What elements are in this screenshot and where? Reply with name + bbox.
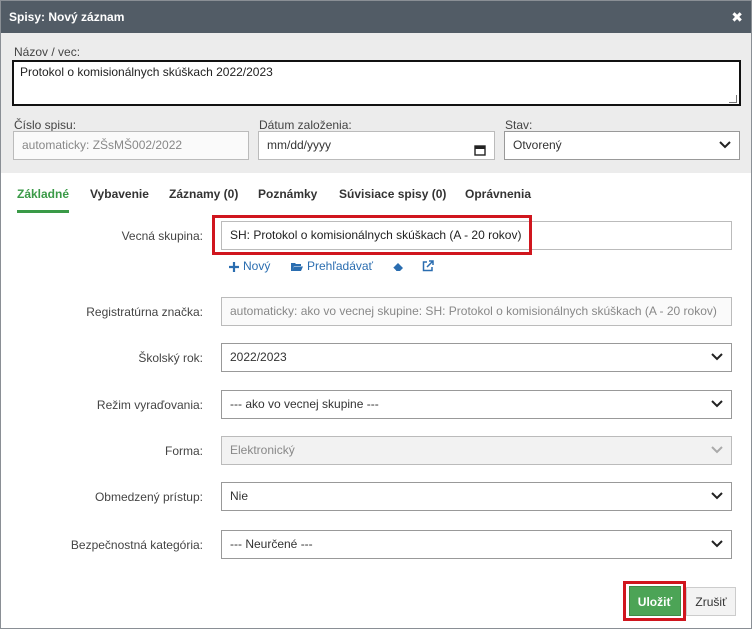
new-link[interactable]: Nový [229, 259, 270, 273]
date-placeholder: mm/dd/yyyy [267, 138, 332, 152]
chevron-down-icon [711, 437, 723, 464]
file-number-placeholder: automaticky: ZŠsMŠ002/2022 [22, 138, 183, 152]
security-category-select[interactable]: --- Neurčené --- [221, 530, 732, 559]
calendar-icon[interactable] [474, 139, 486, 159]
date-input[interactable]: mm/dd/yyyy [258, 131, 495, 160]
new-file-dialog: Spisy: Nový záznam ✖ Názov / vec: Protok… [0, 0, 752, 629]
restricted-access-value: Nie [230, 489, 249, 503]
chevron-down-icon [711, 483, 723, 510]
dialog-titlebar: Spisy: Nový záznam ✖ [1, 1, 751, 33]
school-year-label: Školský rok: [138, 351, 203, 365]
file-number-label: Číslo spisu: [14, 118, 77, 132]
chevron-down-icon [711, 344, 723, 371]
school-year-value: 2022/2023 [230, 350, 287, 364]
browse-link-label: Prehľadávať [307, 259, 374, 273]
disposal-mode-label: Režim vyraďovania: [96, 398, 203, 412]
restricted-access-label: Obmedzený prístup: [94, 490, 203, 504]
security-category-label: Bezpečnostná kategória: [70, 538, 203, 552]
chevron-down-icon [711, 391, 723, 418]
status-label: Stav: [505, 118, 533, 132]
chevron-down-icon [719, 132, 731, 159]
file-number-input[interactable]: automaticky: ZŠsMŠ002/2022 [13, 131, 249, 160]
name-label: Názov / vec: [14, 45, 81, 59]
form-type-select: Elektronický [221, 436, 732, 465]
tab-equipment[interactable]: Vybavenie [90, 187, 149, 210]
folder-open-icon [291, 263, 303, 271]
disposal-mode-select[interactable]: --- ako vo vecnej skupine --- [221, 390, 732, 419]
save-button[interactable]: Uložiť [629, 586, 681, 616]
external-link-icon[interactable] [422, 259, 438, 273]
resize-handle-icon[interactable] [729, 95, 737, 103]
school-year-select[interactable]: 2022/2023 [221, 343, 732, 372]
plus-icon [229, 262, 239, 272]
registry-mark-input[interactable]: automaticky: ako vo vecnej skupine: SH: … [221, 297, 732, 326]
tab-basic[interactable]: Základné [17, 187, 70, 213]
browse-link[interactable]: Prehľadávať [291, 259, 373, 273]
form-type-value: Elektronický [230, 443, 295, 457]
subject-group-label: Vecná skupina: [121, 229, 203, 243]
eraser-icon[interactable] [392, 259, 408, 273]
highlight-box [212, 215, 532, 255]
registry-mark-label: Registratúrna značka: [86, 305, 203, 319]
tab-notes[interactable]: Poznámky [258, 187, 317, 210]
status-select[interactable]: Otvorený [504, 131, 740, 160]
tab-permissions[interactable]: Oprávnenia [465, 187, 531, 210]
status-value: Otvorený [513, 138, 562, 152]
security-category-value: --- Neurčené --- [230, 537, 313, 551]
form-type-label: Forma: [164, 444, 203, 458]
disposal-mode-value: --- ako vo vecnej skupine --- [230, 397, 379, 411]
date-label: Dátum založenia: [259, 118, 352, 132]
close-icon[interactable]: ✖ [731, 1, 743, 33]
name-textarea[interactable]: Protokol o komisionálnych skúškach 2022/… [12, 60, 741, 106]
restricted-access-select[interactable]: Nie [221, 482, 732, 511]
dialog-title: Spisy: Nový záznam [9, 10, 125, 24]
cancel-button[interactable]: Zrušiť [686, 587, 736, 616]
tab-bar: Základné Vybavenie Záznamy (0) Poznámky … [1, 173, 751, 213]
tab-related-files[interactable]: Súvisiace spisy (0) [339, 187, 446, 210]
registry-mark-placeholder: automaticky: ako vo vecnej skupine: SH: … [230, 304, 717, 318]
header-section: Názov / vec: Protokol o komisionálnych s… [1, 33, 751, 173]
new-link-label: Nový [243, 259, 271, 273]
tab-records[interactable]: Záznamy (0) [169, 187, 238, 210]
chevron-down-icon [711, 531, 723, 558]
name-value: Protokol o komisionálnych skúškach 2022/… [20, 65, 273, 79]
